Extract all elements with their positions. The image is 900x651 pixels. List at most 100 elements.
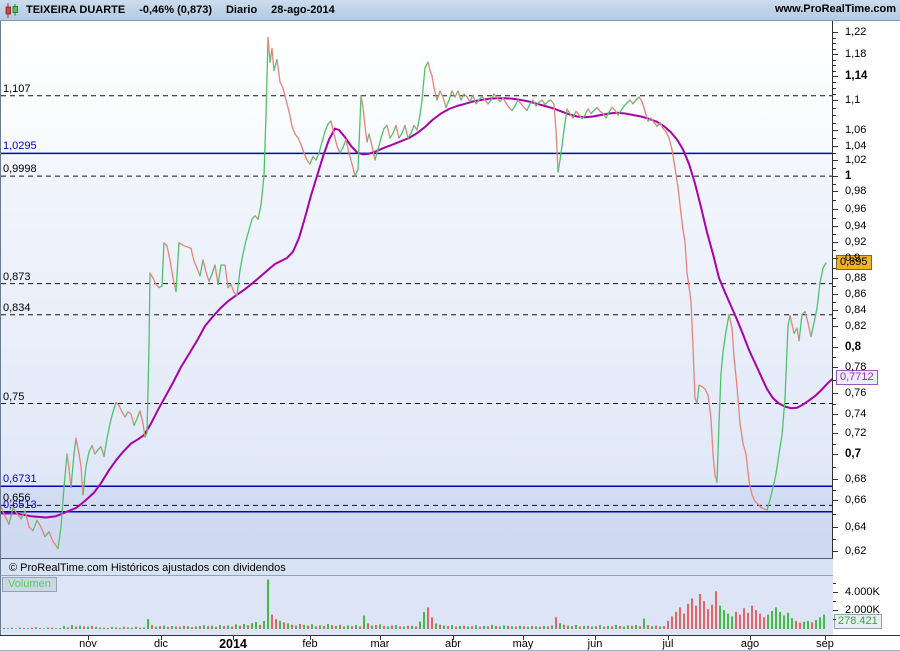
x-axis-month-label: sep [816,638,834,650]
x-axis-month-label: abr [445,638,461,650]
x-axis-month-label: jun [588,638,603,650]
price-y-axis[interactable]: 0,895 0,7712 278.421 1,221,181,141,11,06… [832,21,900,635]
price-change: -0,46% (0,873) [139,4,212,16]
y-axis-minor-tick [833,302,836,303]
level-label: 1,107 [3,83,31,95]
y-axis-minor-tick [833,43,836,44]
x-axis-month-label: nov [79,638,97,650]
y-axis-label: 1,04 [845,140,866,152]
y-axis-minor-tick [833,268,836,269]
y-axis-label: 0,94 [845,220,866,232]
y-axis-minor-tick [833,404,836,405]
y-axis-label: 1,14 [845,70,867,82]
y-axis-label: 0,74 [845,408,866,420]
y-axis-minor-tick [833,539,836,540]
price-chart-area[interactable]: 1,1071,02950,99980,8730,8340,750,67310,6… [0,21,833,558]
volume-panel[interactable] [0,575,833,636]
y-axis-tick [833,76,838,77]
y-axis-minor-tick [833,184,836,185]
y-axis-tick [833,500,838,501]
y-axis-label: 1,06 [845,124,866,136]
tab-volumen[interactable]: Volumen [2,577,57,592]
y-axis-minor-tick [833,380,836,381]
y-axis-minor-tick [833,318,836,319]
volume-axis-minor-tick [833,601,836,602]
y-axis-minor-tick [833,218,836,219]
x-axis-month-label: dic [154,638,168,650]
title-bar: TEIXEIRA DUARTE -0,46% (0,873) Diario 28… [0,0,900,21]
timeframe-label[interactable]: Diario [226,4,257,16]
y-axis-tick [833,130,838,131]
y-axis-minor-tick [833,82,836,83]
level-label: 0,6731 [3,473,37,485]
level-label: 0,873 [3,271,31,283]
x-axis-month-label: mar [371,638,390,650]
x-axis-month-label: jul [662,638,673,650]
y-axis-tick [833,54,838,55]
y-axis-tick [833,209,838,210]
y-axis-tick [833,367,838,368]
y-axis-label: 0,9 [845,252,860,264]
symbol-name: TEIXEIRA DUARTE [26,4,125,16]
y-axis-minor-tick [833,108,836,109]
y-axis-label: 1,22 [845,26,866,38]
price-plot-svg[interactable] [1,21,833,558]
prorealtime-link[interactable]: www.ProRealTime.com [775,3,896,15]
y-axis-minor-tick [833,88,836,89]
y-axis-label: 0,84 [845,304,866,316]
y-axis-tick [833,393,838,394]
y-axis-label: 0,66 [845,494,866,506]
y-axis-tick [833,414,838,415]
volume-axis-label: 4.000K [845,586,880,598]
volume-axis-tick [833,610,838,611]
y-axis-label: 0,78 [845,361,866,373]
level-label: 0,834 [3,302,31,314]
y-axis-label: 1,18 [845,48,866,60]
level-label: 0,75 [3,391,24,403]
y-axis-label: 0,68 [845,473,866,485]
y-axis-tick [833,454,838,455]
y-axis-minor-tick [833,60,836,61]
y-axis-minor-tick [833,250,836,251]
y-axis-minor-tick [833,138,836,139]
y-axis-tick [833,191,838,192]
y-axis-minor-tick [833,514,836,515]
y-axis-label: 0,72 [845,427,866,439]
y-axis-label: 1,1 [845,94,860,106]
y-axis-minor-tick [833,168,836,169]
volume-axis-label: 2.000K [845,604,880,616]
y-axis-minor-tick [833,71,836,72]
y-axis-label: 0,96 [845,203,866,215]
volume-plot-svg[interactable] [1,576,833,635]
y-axis-minor-tick [833,337,836,338]
y-axis-tick [833,258,838,259]
y-axis-label: 1 [845,170,851,182]
time-x-axis[interactable]: novdic2014febmarabrmayjunjulagosep [0,635,900,651]
y-axis-label: 0,8 [845,341,861,353]
y-axis-tick [833,479,838,480]
y-axis-tick [833,326,838,327]
y-axis-minor-tick [833,424,836,425]
y-axis-minor-tick [833,153,836,154]
y-axis-tick [833,32,838,33]
y-axis-minor-tick [833,357,836,358]
y-axis-label: 0,88 [845,272,866,284]
volume-tab-row: Volumen [2,577,58,592]
level-label: 0,6513 [3,499,37,511]
y-axis-label: 1,02 [845,154,866,166]
y-axis-minor-tick [833,467,836,468]
volume-axis-minor-tick [833,619,836,620]
y-axis-tick [833,242,838,243]
y-axis-label: 0,7 [845,448,861,460]
x-axis-month-label: 2014 [219,637,247,651]
y-axis-minor-tick [833,286,836,287]
level-label: 1,0295 [3,140,37,152]
y-axis-minor-tick [833,49,836,50]
y-axis-label: 0,76 [845,387,866,399]
x-axis-month-label: feb [302,638,317,650]
y-axis-minor-tick [833,38,836,39]
y-axis-minor-tick [833,123,836,124]
y-axis-tick [833,551,838,552]
y-axis-tick [833,310,838,311]
copyright-bar: © ProRealTime.com Históricos ajustados c… [0,558,833,576]
